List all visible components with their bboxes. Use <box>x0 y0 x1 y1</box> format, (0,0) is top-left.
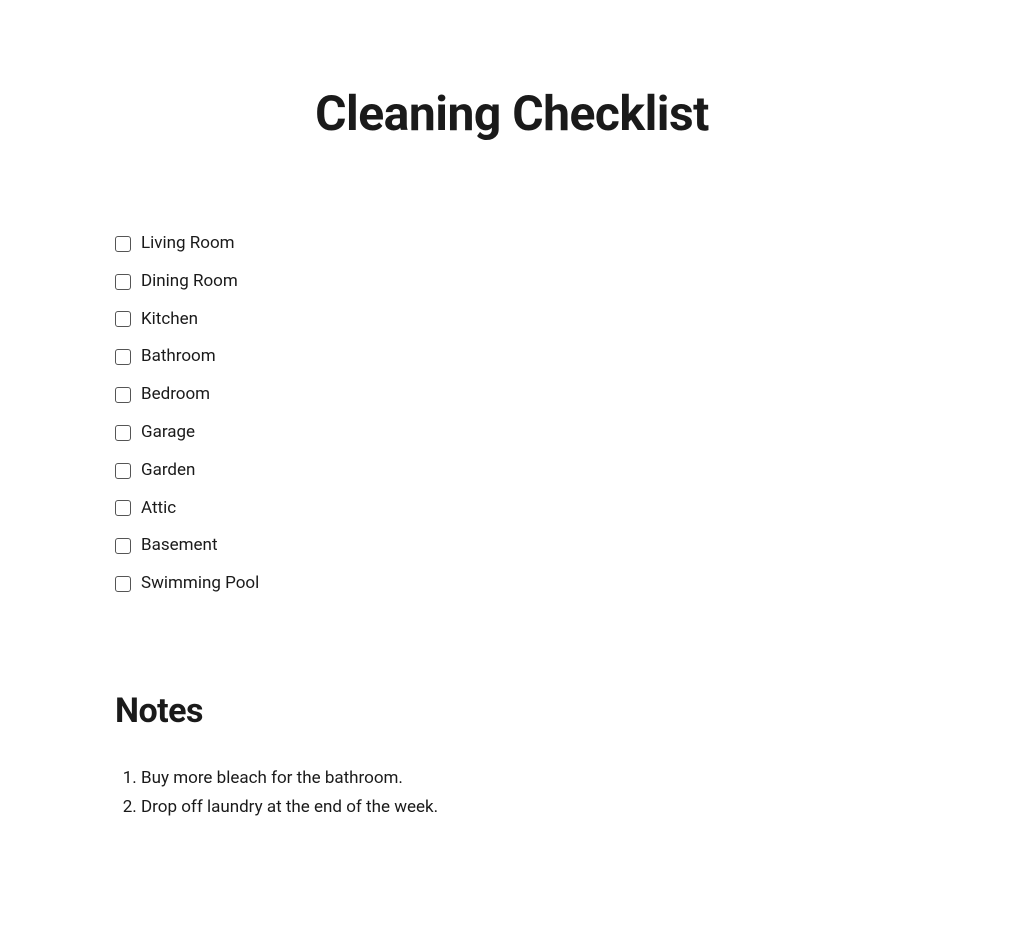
page-title: Cleaning Checklist <box>0 85 1024 142</box>
notes-list-item: Drop off laundry at the end of the week. <box>141 795 909 821</box>
checklist-item: Kitchen <box>115 308 909 332</box>
checklist-item: Garage <box>115 421 909 445</box>
checklist-checkbox[interactable] <box>115 236 131 252</box>
checklist-checkbox[interactable] <box>115 538 131 554</box>
checklist-item-label[interactable]: Swimming Pool <box>141 572 259 596</box>
checklist-item-label[interactable]: Bedroom <box>141 383 210 407</box>
checklist-item-label[interactable]: Kitchen <box>141 308 198 332</box>
checklist-item-label[interactable]: Basement <box>141 534 218 558</box>
checklist: Living Room Dining Room Kitchen Bathroom Bed… <box>115 232 909 596</box>
checklist-item-label[interactable]: Garden <box>141 459 195 483</box>
content-area: Living Room Dining Room Kitchen Bathroom Bed… <box>0 232 1024 821</box>
checklist-item: Garden <box>115 459 909 483</box>
checklist-item: Living Room <box>115 232 909 256</box>
checklist-item: Dining Room <box>115 270 909 294</box>
checklist-checkbox[interactable] <box>115 311 131 327</box>
checklist-item-label[interactable]: Attic <box>141 497 176 521</box>
notes-list-item: Buy more bleach for the bathroom. <box>141 766 909 792</box>
checklist-item-label[interactable]: Living Room <box>141 232 235 256</box>
checklist-item: Bedroom <box>115 383 909 407</box>
checklist-item: Bathroom <box>115 345 909 369</box>
checklist-checkbox[interactable] <box>115 463 131 479</box>
checklist-checkbox[interactable] <box>115 274 131 290</box>
checklist-item-label[interactable]: Dining Room <box>141 270 238 294</box>
checklist-checkbox[interactable] <box>115 576 131 592</box>
checklist-item: Attic <box>115 497 909 521</box>
notes-heading: Notes <box>115 691 909 731</box>
checklist-item-label[interactable]: Garage <box>141 421 195 445</box>
notes-list: Buy more bleach for the bathroom. Drop of… <box>115 766 909 821</box>
checklist-item: Basement <box>115 534 909 558</box>
checklist-checkbox[interactable] <box>115 500 131 516</box>
checklist-checkbox[interactable] <box>115 425 131 441</box>
checklist-item-label[interactable]: Bathroom <box>141 345 216 369</box>
checklist-checkbox[interactable] <box>115 349 131 365</box>
checklist-checkbox[interactable] <box>115 387 131 403</box>
checklist-item: Swimming Pool <box>115 572 909 596</box>
